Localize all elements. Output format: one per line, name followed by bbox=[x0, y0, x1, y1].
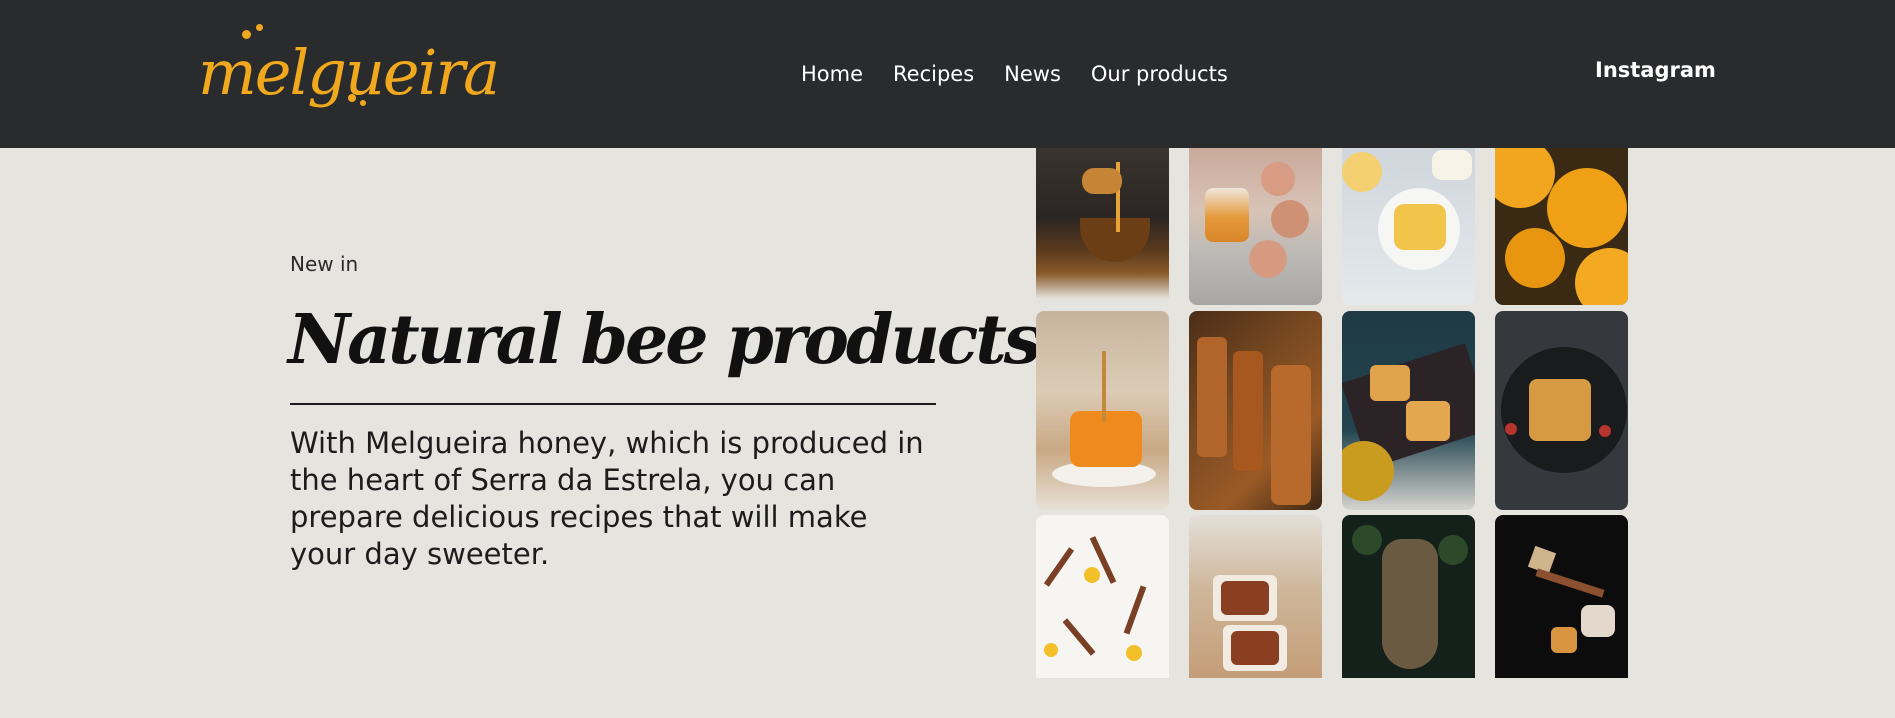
nav-our-products-link[interactable]: Our products bbox=[1091, 62, 1228, 86]
nav-news-link[interactable]: News bbox=[1004, 62, 1061, 86]
nav-recipes-link[interactable]: Recipes bbox=[893, 62, 974, 86]
main-nav: Home Recipes News Our products bbox=[801, 58, 1228, 90]
site-header: melgueira Home Recipes News Our products… bbox=[0, 0, 1895, 148]
yellow-flowers-bee-photo bbox=[1495, 148, 1628, 305]
logo-dot-icon bbox=[242, 30, 251, 39]
honeycomb-board-photo bbox=[1342, 311, 1475, 510]
honey-jar-roses-photo bbox=[1189, 148, 1322, 305]
honey-crystals-photo bbox=[1495, 515, 1628, 678]
nav-home-link[interactable]: Home bbox=[801, 62, 863, 86]
hero-eyebrow: New in bbox=[290, 252, 359, 276]
logo-dot-icon bbox=[348, 94, 356, 102]
wild-beehive-photo bbox=[1342, 515, 1475, 678]
hero-description: With Melgueira honey, which is produced … bbox=[290, 426, 924, 571]
logo-dot-icon bbox=[360, 100, 366, 106]
melgueira-logo[interactable]: melgueira bbox=[198, 22, 500, 122]
logo-dot-icon bbox=[256, 24, 263, 31]
honey-cakes-photo bbox=[1189, 515, 1322, 678]
waffle-plate-photo bbox=[1495, 311, 1628, 510]
crepes-honey-photo bbox=[1342, 148, 1475, 305]
honeycomb-plate-photo bbox=[1036, 311, 1169, 510]
hero-title: Natural bee products bbox=[288, 300, 1042, 380]
instagram-link[interactable]: Instagram bbox=[1595, 58, 1716, 82]
hero-divider bbox=[290, 403, 936, 405]
honey-dipper-bowl-photo bbox=[1036, 148, 1169, 305]
honey-jars-shelf-photo bbox=[1189, 311, 1322, 510]
cinnamon-lemon-photo bbox=[1036, 515, 1169, 678]
